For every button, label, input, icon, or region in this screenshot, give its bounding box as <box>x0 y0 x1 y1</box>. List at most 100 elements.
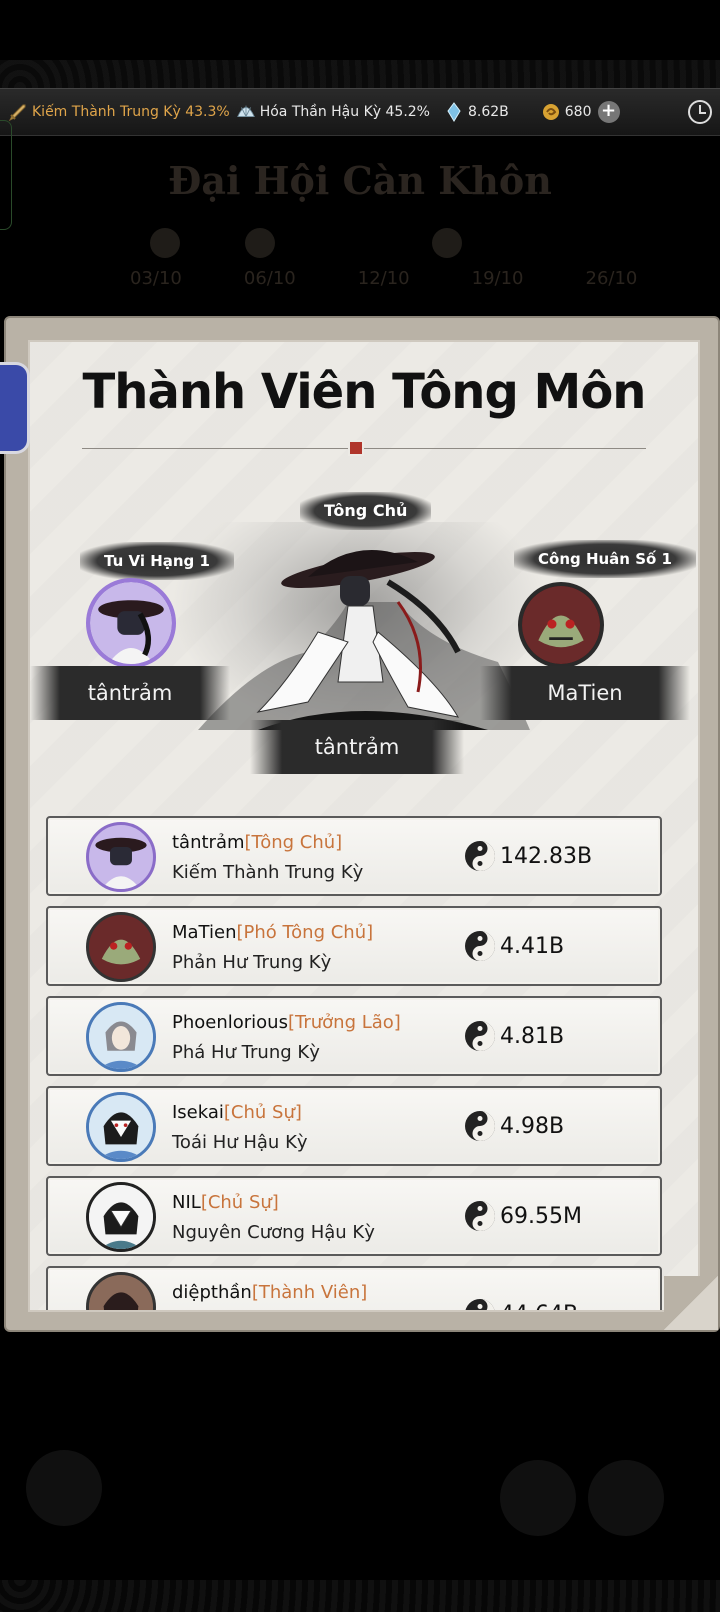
member-name-line: Isekai[Chủ Sự] <box>172 1102 302 1123</box>
member-row[interactable]: tântrảm[Tông Chủ] Kiếm Thành Trung Kỳ 14… <box>46 816 662 896</box>
currency-counter[interactable]: 680 <box>541 102 592 122</box>
member-row[interactable]: NIL[Chủ Sự] Nguyên Cương Hậu Kỳ 69.55M <box>46 1176 662 1256</box>
back-icon <box>26 1450 102 1526</box>
member-role: [Phó Tông Chủ] <box>236 922 374 943</box>
yin-yang-icon <box>465 841 495 871</box>
cultivation-secondary-text: Hóa Thần Hậu Kỳ 45.2% <box>259 104 430 120</box>
timeline-date: 06/10 <box>243 268 296 289</box>
member-power-value: 4.81B <box>500 1023 565 1049</box>
member-row[interactable]: Phoenlorious[Trưởng Lão] Phá Hư Trung Kỳ… <box>46 996 662 1076</box>
member-power: 4.41B <box>464 930 564 962</box>
sect-members-panel: Thành Viên Tông Môn Tông Chủ Tu Vi Hạng … <box>4 316 720 1332</box>
member-power-value: 44.64B <box>500 1302 578 1311</box>
yin-yang-icon <box>465 1299 495 1310</box>
member-name: NIL <box>172 1192 201 1213</box>
member-realm: Phá Hư Trung Kỳ <box>172 1042 320 1063</box>
leader-label: Tông Chủ <box>300 492 432 530</box>
member-name-line: tântrảm[Tông Chủ] <box>172 832 342 853</box>
sword-icon <box>8 102 28 122</box>
member-realm: Kiếm Thành Trung Kỳ <box>172 862 364 883</box>
member-name: MaTien <box>172 922 237 943</box>
nav-icon <box>588 1460 664 1536</box>
timeline-date: 26/10 <box>585 268 638 289</box>
member-avatar <box>86 1002 156 1072</box>
resource-bar: Kiếm Thành Trung Kỳ 43.3% Hóa Thần Hậu K… <box>0 88 720 136</box>
member-role: [Tông Chủ] <box>244 832 343 853</box>
member-avatar <box>86 1272 156 1310</box>
member-role: [Chủ Sự] <box>223 1102 302 1123</box>
member-power: 44.64B <box>464 1298 578 1311</box>
timeline-dot <box>245 228 275 258</box>
title-divider <box>82 448 646 449</box>
top-cultivation-label: Tu Vi Hạng 1 <box>80 542 234 580</box>
timeline-dot <box>150 228 180 258</box>
background-title: Đại Hội Càn Khôn <box>168 158 552 203</box>
top-cultivation-avatar[interactable] <box>86 578 176 668</box>
top-contribution-label: Công Huân Số 1 <box>514 540 696 578</box>
fan-icon <box>236 102 256 122</box>
member-name-line: diệpthần[Thành Viên] <box>172 1282 367 1303</box>
yin-yang-icon <box>465 931 495 961</box>
member-realm: Phản Hư Trung Kỳ <box>172 952 332 973</box>
leader-name: tântrảm <box>250 720 464 774</box>
member-name-line: MaTien[Phó Tông Chủ] <box>172 922 373 943</box>
add-currency-button[interactable]: + <box>597 101 620 123</box>
timeline-date: 19/10 <box>471 268 524 289</box>
member-name: Isekai <box>172 1102 224 1123</box>
member-row[interactable]: Isekai[Chủ Sự] Toái Hư Hậu Kỳ 4.98B <box>46 1086 662 1166</box>
member-name-line: Phoenlorious[Trưởng Lão] <box>172 1012 401 1033</box>
timeline-date: 03/10 <box>130 268 182 289</box>
panel-paper: Thành Viên Tông Môn Tông Chủ Tu Vi Hạng … <box>28 340 700 1312</box>
background-scene: Đại Hội Càn Khôn 03/10 06/10 12/10 19/10… <box>0 138 720 318</box>
member-power-value: 4.41B <box>500 933 565 959</box>
timeline-dates: 03/10 06/10 12/10 19/10 26/10 <box>130 268 637 289</box>
timeline-dot <box>432 228 462 258</box>
member-role: [Chủ Sự] <box>200 1192 279 1213</box>
member-power: 4.81B <box>464 1020 564 1052</box>
member-role: [Trưởng Lão] <box>287 1012 401 1033</box>
currency-value: 680 <box>564 104 592 120</box>
member-power-value: 4.98B <box>500 1113 565 1139</box>
bottom-nav-dimmed <box>0 1450 720 1580</box>
cultivation-main-text: Kiếm Thành Trung Kỳ 43.3% <box>32 104 230 120</box>
page-curl-decoration <box>664 1276 718 1330</box>
bottom-wave-decoration <box>0 1580 720 1612</box>
member-realm: Nguyên Cương Hậu Kỳ <box>172 1222 375 1243</box>
member-realm: Toái Hư Hậu Kỳ <box>172 1132 308 1153</box>
cultivation-secondary[interactable]: Hóa Thần Hậu Kỳ 45.2% <box>236 102 430 122</box>
member-avatar <box>86 912 156 982</box>
nav-icon <box>500 1460 576 1536</box>
member-role: [Thành Viên] <box>251 1282 368 1303</box>
member-power: 4.98B <box>464 1110 564 1142</box>
member-name: tântrảm <box>172 832 245 853</box>
member-power-value: 142.83B <box>500 843 593 869</box>
panel-title: Thành Viên Tông Môn <box>82 364 647 420</box>
spirit-stone-counter[interactable]: 8.62B <box>444 102 509 122</box>
yin-yang-icon <box>465 1021 495 1051</box>
clock-icon[interactable] <box>688 100 712 124</box>
top-cultivation-name: tântrảm <box>30 666 230 720</box>
cultivation-main[interactable]: Kiếm Thành Trung Kỳ 43.3% <box>8 102 230 122</box>
spirit-stone-value: 8.62B <box>467 104 509 120</box>
member-name: diệpthần <box>172 1282 252 1303</box>
crystal-icon <box>444 102 464 122</box>
yin-yang-icon <box>465 1111 495 1141</box>
member-row[interactable]: diệpthần[Thành Viên] 44.64B <box>46 1266 662 1311</box>
top-contribution-name: MaTien <box>480 666 690 720</box>
seal-icon <box>348 440 364 456</box>
member-row[interactable]: MaTien[Phó Tông Chủ] Phản Hư Trung Kỳ 4.… <box>46 906 662 986</box>
member-name-line: NIL[Chủ Sự] <box>172 1192 279 1213</box>
member-power: 69.55M <box>464 1200 582 1232</box>
side-menu-button[interactable] <box>0 362 30 454</box>
member-power-value: 69.55M <box>500 1203 582 1229</box>
coin-swirl-icon <box>541 102 561 122</box>
member-avatar <box>86 1182 156 1252</box>
yin-yang-icon <box>465 1201 495 1231</box>
member-avatar <box>86 1092 156 1162</box>
member-name: Phoenlorious <box>172 1012 288 1033</box>
member-power: 142.83B <box>464 840 592 872</box>
timeline-date: 12/10 <box>357 268 410 289</box>
member-avatar <box>86 822 156 892</box>
top-contribution-avatar[interactable] <box>518 582 604 668</box>
top-wave-decoration <box>0 60 720 88</box>
